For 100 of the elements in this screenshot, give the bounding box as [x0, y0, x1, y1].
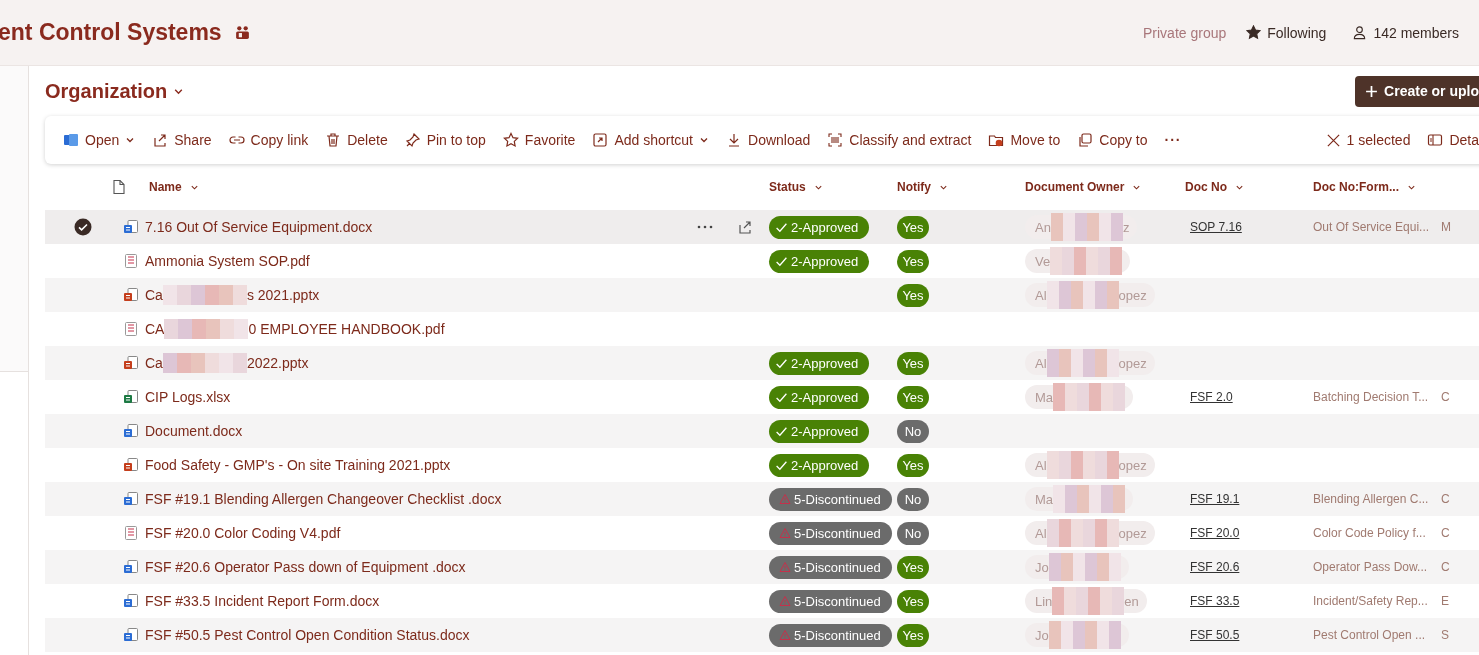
create-upload-button[interactable]: Create or uplo	[1355, 75, 1479, 107]
file-name-link[interactable]: CIP Logs.xlsx	[145, 389, 231, 405]
status-pill: 5-Discontinued	[769, 589, 892, 613]
table-cell: S	[1441, 628, 1449, 642]
table-row[interactable]: FSF #50.5 Pest Control Open Condition Status.docx 5-Discontinued Yes Jo FSF 50.5 Pest Control Open ... S	[45, 618, 1479, 652]
doc-number-link[interactable]: FSF 19.1	[1190, 492, 1240, 506]
column-header[interactable]: Document Owner	[1025, 180, 1181, 194]
table-cell: C	[1441, 560, 1450, 574]
details-button[interactable]: Deta	[1427, 132, 1479, 148]
table-row[interactable]: FSF #20.0 Color Coding V4.pdf 5-Discontinued No Al opez FSF 20.0 Color Code Policy f... C	[45, 516, 1479, 550]
notify-pill: No	[897, 487, 929, 511]
file-name-link[interactable]: 7.16 Out Of Service Equipment.docx	[145, 219, 373, 235]
table-cell: Blending Allergen C...	[1313, 492, 1429, 506]
column-header[interactable]: Name	[149, 180, 765, 194]
panel-icon	[1427, 132, 1444, 148]
table-row[interactable]: Food Safety - GMP's - On site Training 2021.pptx 2-Approved Yes Al opez	[45, 448, 1479, 482]
file-name-link[interactable]: FSF #20.6 Operator Pass down of Equipment .docx	[145, 559, 466, 575]
notify-pill: Yes	[897, 351, 929, 375]
warning-icon	[779, 527, 791, 539]
file-name-link[interactable]: Document.docx	[145, 423, 243, 439]
column-header[interactable]: Doc No	[1185, 180, 1309, 194]
toolbar-button[interactable]: Share	[152, 132, 212, 148]
notify-pill: Yes	[897, 283, 929, 307]
status-pill: 2-Approved	[769, 215, 870, 239]
toolbar-button[interactable]: Pin to top	[404, 132, 486, 148]
file-name-link[interactable]: FSF #20.0 Color Coding V4.pdf	[145, 525, 341, 541]
toolbar-button[interactable]: Delete	[325, 132, 388, 148]
doc-number-link[interactable]: FSF 20.0	[1190, 526, 1240, 540]
table-row[interactable]: FSF #19.1 Blending Allergen Changeover Checklist .docx 5-Discontinued No Ma FSF 19.1 Blending Allergen C... C	[45, 482, 1479, 516]
doc-number-link[interactable]: FSF 33.5	[1190, 594, 1240, 608]
star-icon	[1246, 25, 1262, 40]
file-type-icon[interactable]	[111, 179, 127, 195]
toolbar-button[interactable]: Copy link	[228, 132, 309, 148]
file-icon	[123, 287, 139, 303]
warning-icon	[779, 493, 791, 505]
file-name-link[interactable]: FSF #33.5 Incident Report Form.docx	[145, 593, 380, 609]
file-name-link[interactable]: Ca 2022.pptx	[145, 353, 309, 373]
doc-number-link[interactable]: FSF 2.0	[1190, 390, 1233, 404]
members-button[interactable]: 142 members	[1352, 24, 1459, 41]
table-cell: M	[1441, 220, 1451, 234]
toolbar-button[interactable]: Move to	[988, 132, 1061, 148]
file-name-link[interactable]: CA 0 EMPLOYEE HANDBOOK.pdf	[145, 319, 445, 339]
file-name-link[interactable]: FSF #19.1 Blending Allergen Changeover Checklist .docx	[145, 491, 502, 507]
file-name-link[interactable]: Ca s 2021.pptx	[145, 285, 320, 305]
file-name-link[interactable]: Ammonia System SOP.pdf	[145, 253, 310, 269]
share-icon	[152, 132, 169, 148]
file-icon	[123, 321, 139, 337]
share-button[interactable]	[737, 219, 753, 235]
table-cell: Pest Control Open ...	[1313, 628, 1426, 642]
close-icon	[1325, 132, 1341, 148]
toolbar-button[interactable]: Download	[726, 132, 811, 148]
status-pill: 5-Discontinued	[769, 555, 892, 579]
star-icon	[502, 132, 519, 148]
column-header[interactable]: Doc No:Form...	[1313, 180, 1437, 194]
table-row[interactable]: FSF #20.6 Operator Pass down of Equipment .docx 5-Discontinued Yes Jo FSF 20.6 Operator Pass Dow... C	[45, 550, 1479, 584]
follow-button[interactable]: Following	[1246, 24, 1327, 41]
table-cell: C	[1441, 526, 1450, 540]
plus-icon	[1365, 84, 1379, 98]
doc-number-link[interactable]: FSF 20.6	[1190, 560, 1240, 574]
word-app-icon	[63, 132, 79, 148]
table-cell: Out Of Service Equi...	[1313, 220, 1430, 234]
file-icon	[123, 627, 139, 643]
people-group-icon[interactable]	[233, 24, 251, 41]
clear-selection-button[interactable]: 1 selected	[1325, 132, 1411, 148]
doc-number-link[interactable]: FSF 50.5	[1190, 628, 1240, 642]
more-button[interactable]: ···	[1164, 132, 1182, 148]
table-row[interactable]: CA 0 EMPLOYEE HANDBOOK.pdf	[45, 312, 1479, 346]
table-row[interactable]: 7.16 Out Of Service Equipment.docx 2-Approved Yes An z SOP 7.16 Out Of Service Equi... M	[45, 210, 1479, 244]
doc-number-link[interactable]: SOP 7.16	[1190, 220, 1242, 234]
table-row[interactable]: Ca s 2021.pptx Yes Al opez	[45, 278, 1479, 312]
toolbar-button[interactable]: Classify and extract	[827, 132, 972, 148]
table-row[interactable]: Ammonia System SOP.pdf 2-Approved Yes Ve	[45, 244, 1479, 278]
table-row[interactable]: FSF #33.5 Incident Report Form.docx 5-Discontinued Yes Lin en FSF 33.5 Incident/Safety Rep... E	[45, 584, 1479, 618]
status-pill: 2-Approved	[769, 249, 870, 273]
table-row[interactable]: Document.docx 2-Approved No	[45, 414, 1479, 448]
table-row[interactable]: Ca 2022.pptx 2-Approved Yes Al opez	[45, 346, 1479, 380]
ellipsis-icon	[697, 225, 713, 229]
file-name-link[interactable]: Food Safety - GMP's - On site Training 2021.pptx	[145, 457, 451, 473]
chevron-down-icon	[699, 135, 709, 145]
more-options-button[interactable]	[697, 225, 713, 229]
column-header[interactable]: Notify	[897, 180, 1021, 194]
toolbar-button[interactable]: Favorite	[502, 132, 576, 148]
status-pill: 2-Approved	[769, 419, 870, 443]
table-row[interactable]: CIP Logs.xlsx 2-Approved Yes Ma FSF 2.0 Batching Decision T... C	[45, 380, 1479, 414]
selected-check-icon[interactable]	[74, 218, 92, 236]
notify-pill: Yes	[897, 589, 929, 613]
library-title-dropdown[interactable]: Organization	[45, 79, 185, 103]
warning-icon	[779, 595, 791, 607]
toolbar-button[interactable]: Add shortcut	[592, 132, 709, 148]
notify-pill: Yes	[897, 453, 929, 477]
toolbar-button[interactable]: Copy to	[1077, 132, 1148, 148]
status-pill: 5-Discontinued	[769, 623, 892, 647]
file-name-link[interactable]: FSF #50.5 Pest Control Open Condition Status.docx	[145, 627, 470, 643]
warning-icon	[779, 561, 791, 573]
pin-icon	[404, 132, 421, 148]
toolbar-button[interactable]: Open	[63, 132, 136, 148]
column-header[interactable]: Status	[769, 180, 893, 194]
notify-pill: Yes	[897, 555, 929, 579]
privacy-label: Private group	[1143, 24, 1227, 41]
notify-pill: Yes	[897, 623, 929, 647]
